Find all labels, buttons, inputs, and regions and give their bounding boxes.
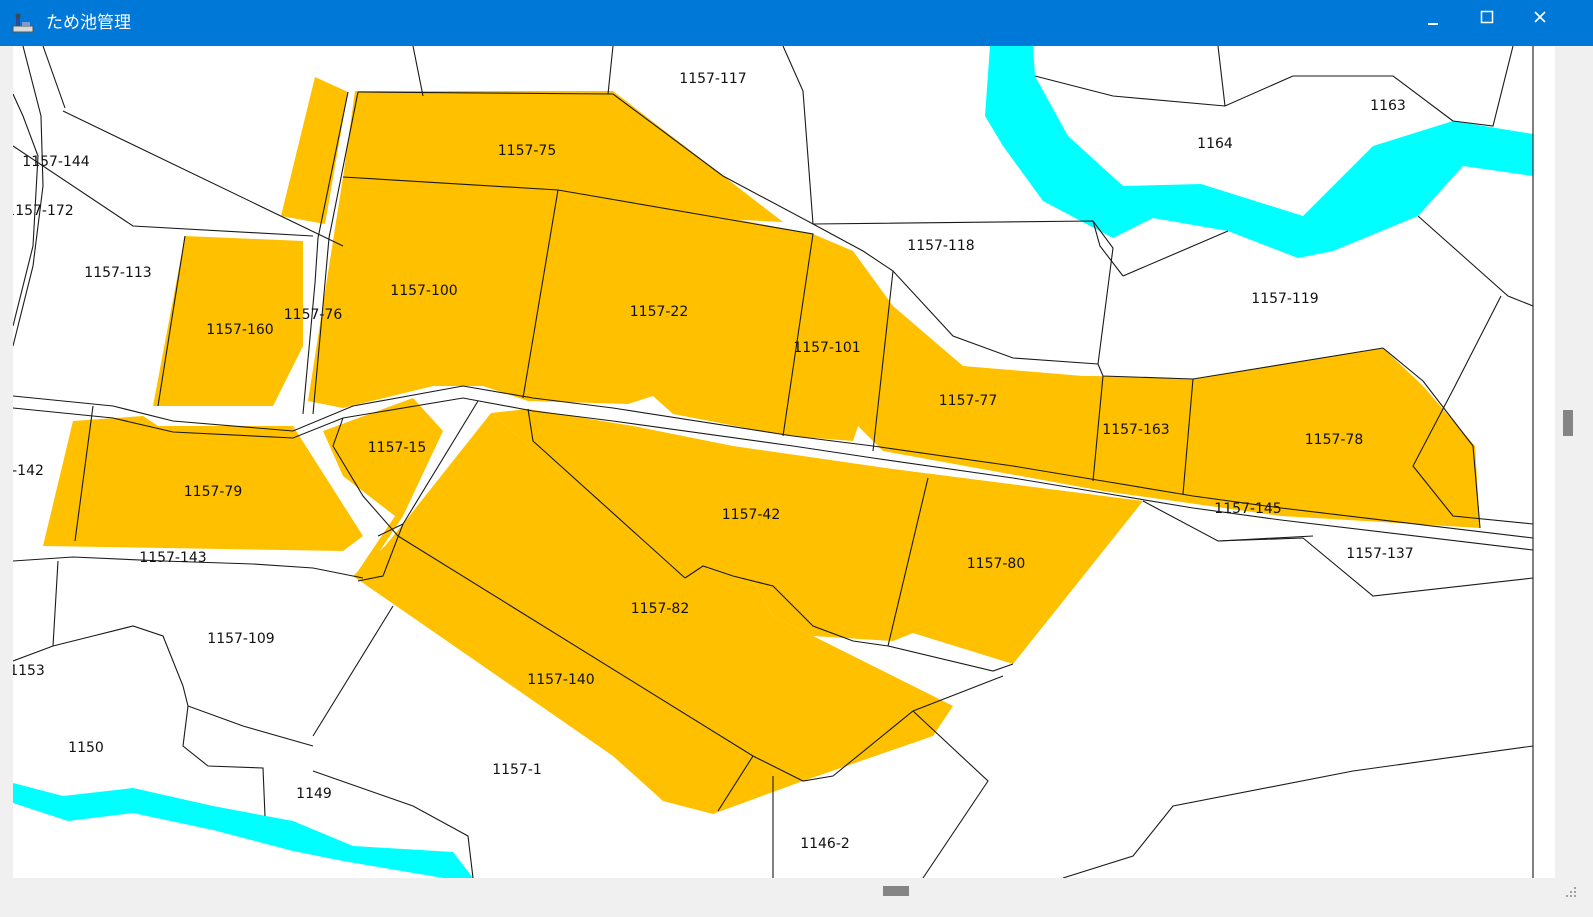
- parcel-label: 1157-163: [1102, 422, 1169, 438]
- window-frame-bottom: [0, 903, 1593, 917]
- resize-grip-icon: [1566, 887, 1576, 897]
- map-canvas[interactable]: 1157-117 1163 1164 1157-144 1157-172 115…: [13, 46, 1555, 878]
- horizontal-scrollbar[interactable]: [13, 878, 1555, 903]
- horizontal-scroll-thumb[interactable]: [883, 886, 909, 896]
- water-channel-south: [13, 783, 473, 878]
- parcel-label: 1157-109: [207, 631, 274, 647]
- parcel-label: -142: [13, 463, 44, 479]
- maximize-icon: [1480, 10, 1494, 24]
- minimize-icon: [1428, 23, 1438, 25]
- window-frame-right: [1581, 46, 1593, 917]
- parcel-label: 1157-82: [631, 601, 690, 617]
- parcel-label: 1157-1: [492, 762, 542, 778]
- close-button[interactable]: [1517, 0, 1563, 46]
- parcel-label: 1157-77: [939, 393, 998, 409]
- parcel-label: 1157-22: [630, 304, 689, 320]
- highlighted-parcels: [43, 77, 1480, 814]
- parcel-label: 1157-78: [1305, 432, 1364, 448]
- parcel-label: 1157-119: [1251, 291, 1318, 307]
- app-icon: [12, 13, 34, 33]
- window-title: ため池管理: [46, 13, 131, 33]
- parcel-label: 1157-76: [284, 307, 343, 323]
- vertical-scrollbar[interactable]: [1555, 46, 1581, 878]
- water-channel-north: [985, 46, 1533, 258]
- parcel-label: 1157-15: [368, 440, 427, 456]
- parcel-label: 1157-144: [22, 154, 89, 170]
- parcel-label: 1150: [68, 740, 104, 756]
- parcel-label: 1157-79: [184, 484, 243, 500]
- parcel-label: 1157-145: [1214, 501, 1281, 517]
- parcel-label: 1153: [13, 663, 45, 679]
- parcel-label: 1157-118: [907, 238, 974, 254]
- vertical-scroll-thumb[interactable]: [1563, 410, 1573, 436]
- parcel-label: 1157-143: [139, 550, 206, 566]
- minimize-button[interactable]: [1410, 0, 1456, 46]
- parcel-label: 1163: [1370, 98, 1406, 114]
- parcel-label: 1157-80: [967, 556, 1026, 572]
- parcel-label: 1146-2: [800, 836, 850, 852]
- window-frame-left: [0, 46, 13, 903]
- parcel-label: 1157-137: [1346, 546, 1413, 562]
- close-icon: [1534, 11, 1546, 23]
- parcel-label: 1157-42: [722, 507, 781, 523]
- parcel-label: 1164: [1197, 136, 1233, 152]
- resize-grip[interactable]: [1555, 878, 1581, 903]
- parcel-label: 1157-75: [498, 143, 557, 159]
- parcel-label: 1157-160: [206, 322, 273, 338]
- parcel-label: 1149: [296, 786, 332, 802]
- title-bar[interactable]: ため池管理: [0, 0, 1593, 46]
- parcel-label: 1157-101: [793, 340, 860, 356]
- parcel-label: 1157-117: [679, 71, 746, 87]
- parcel-label: 1157-140: [527, 672, 594, 688]
- parcel-label: 1157-113: [84, 265, 151, 281]
- parcel-label: 1157-100: [390, 283, 457, 299]
- maximize-button[interactable]: [1464, 0, 1510, 46]
- parcel-map[interactable]: 1157-117 1163 1164 1157-144 1157-172 115…: [13, 46, 1555, 878]
- parcel-label: 1157-172: [13, 203, 74, 219]
